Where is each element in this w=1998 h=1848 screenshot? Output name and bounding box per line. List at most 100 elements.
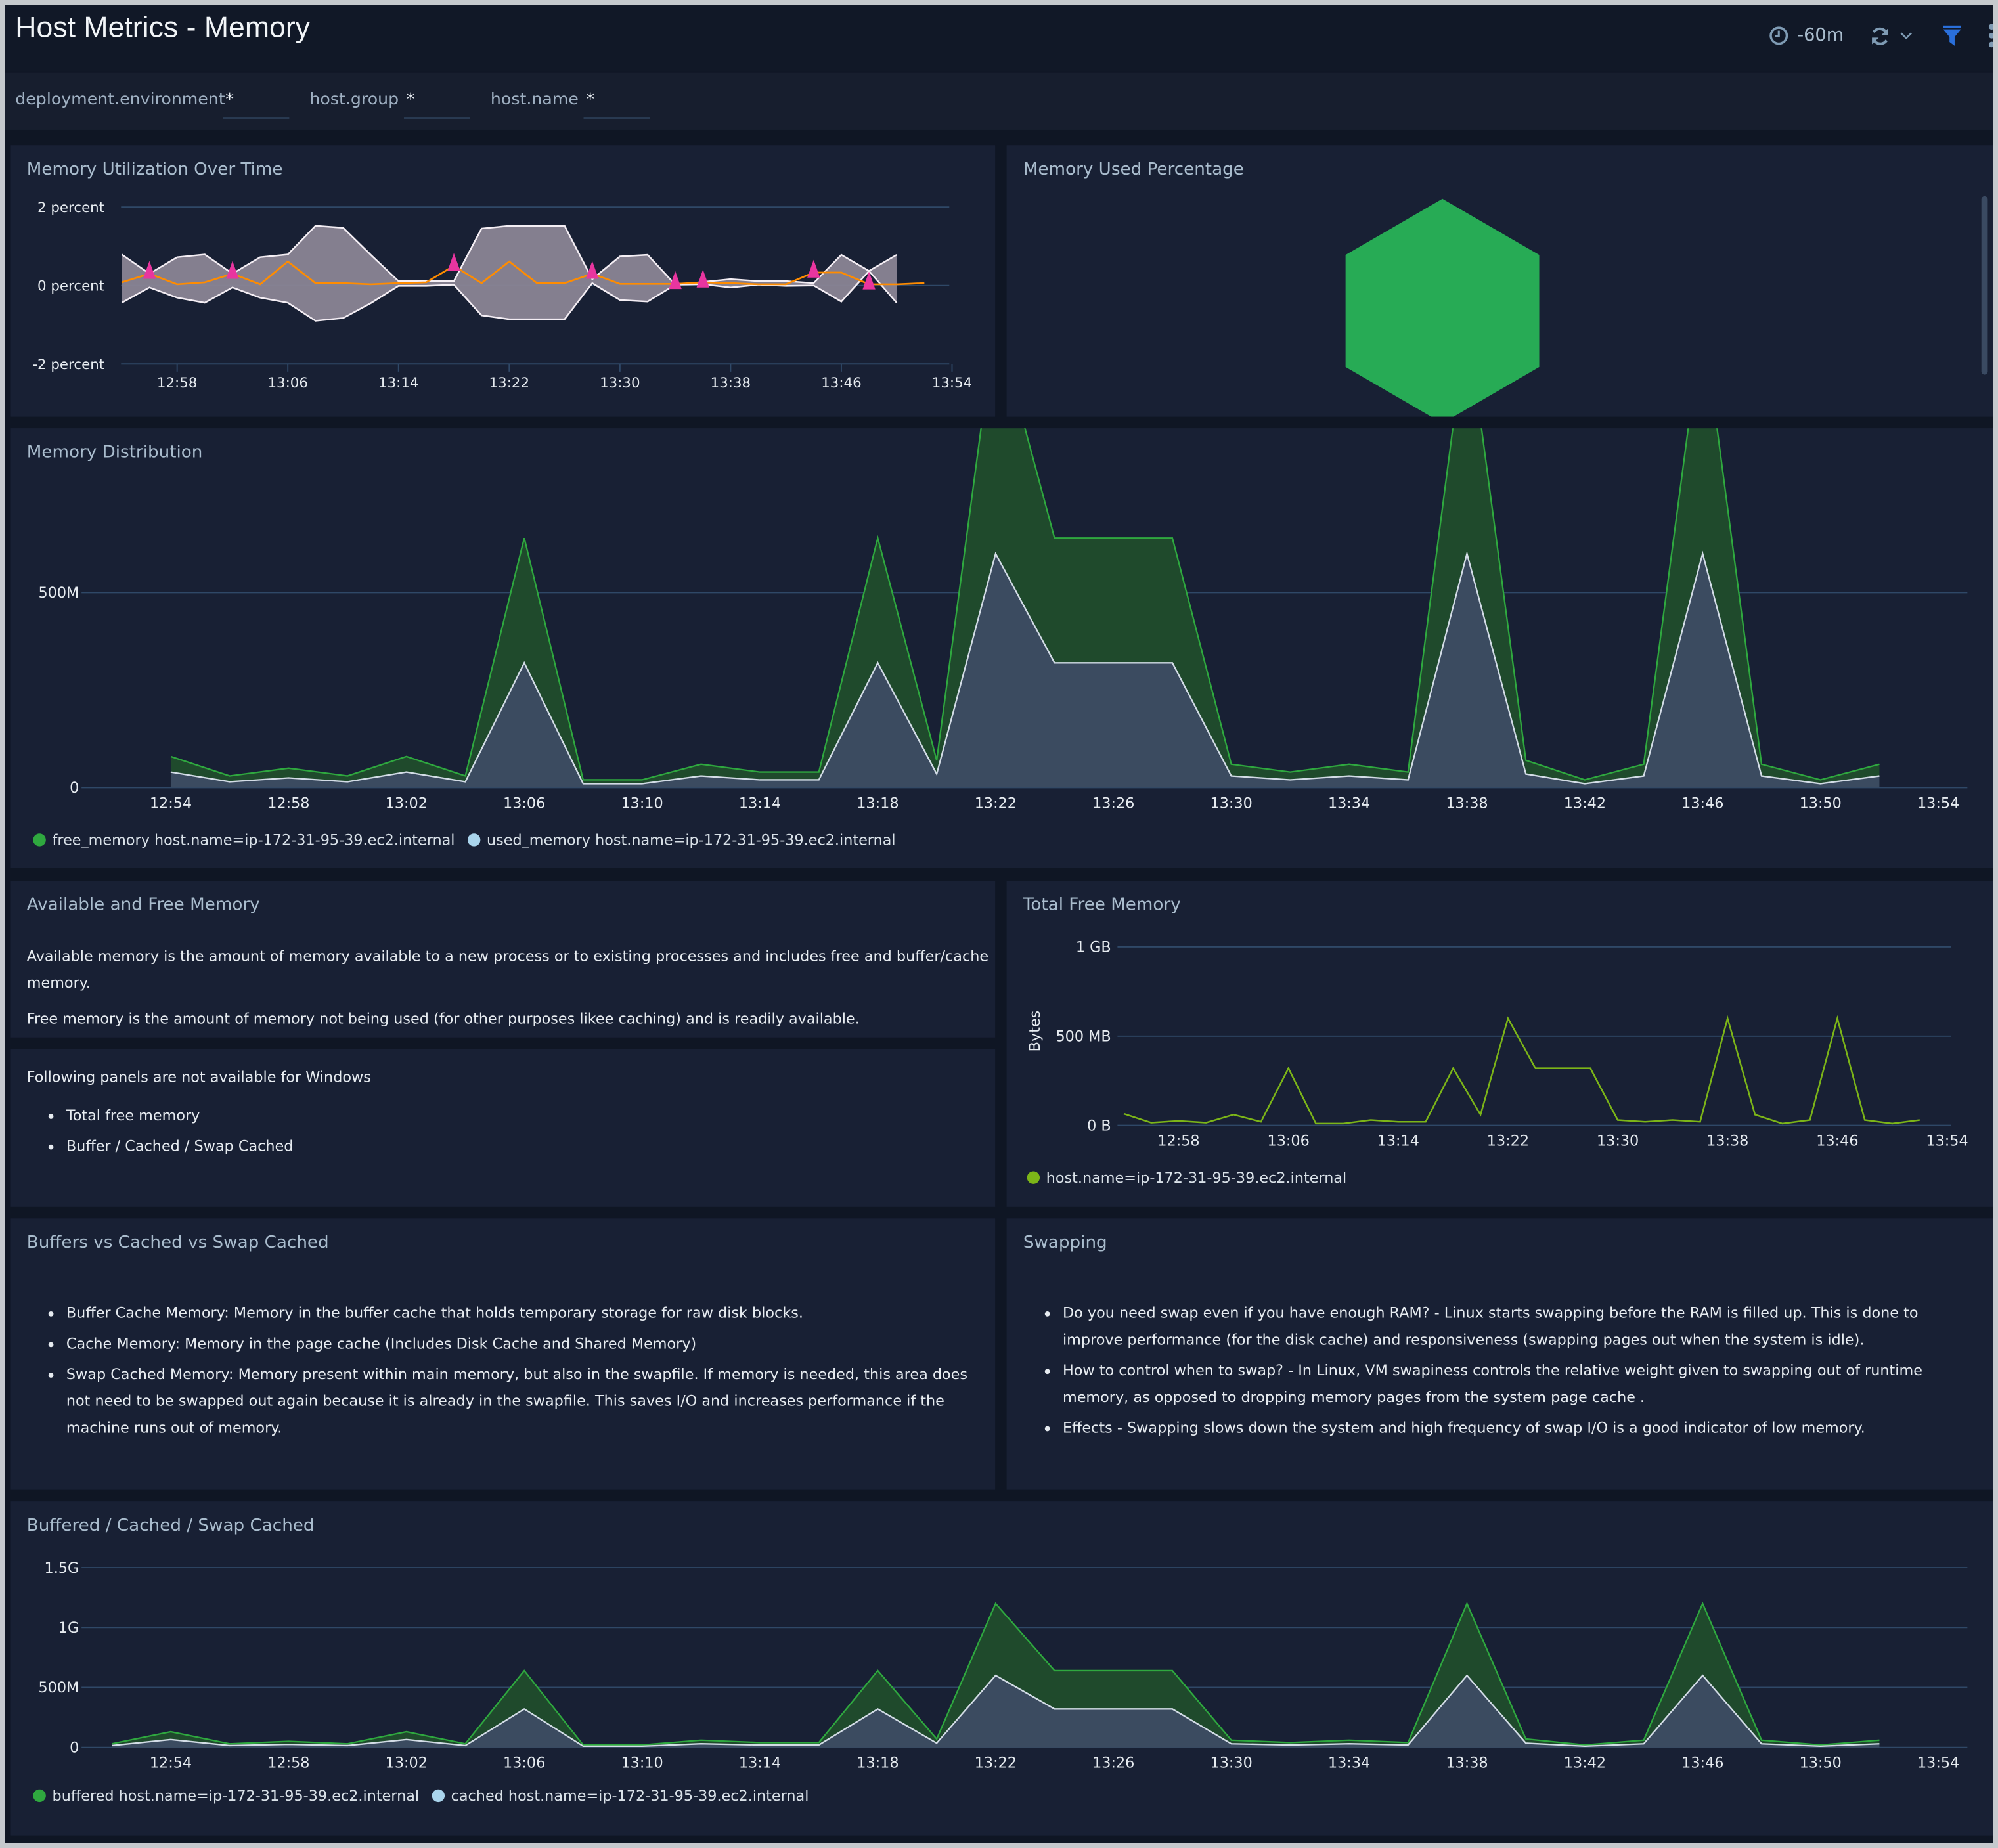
y-tick-label: 1.5G	[45, 1560, 79, 1577]
total-free-chart: 0 B 500 MB 1 GB 12:58 13:06 13:14 13:22 13:30 13…	[1027, 939, 1968, 1150]
x-tick-label: 13:46	[1681, 795, 1723, 812]
x-tick-label: 12:58	[267, 795, 309, 812]
filter-icon[interactable]	[1942, 24, 1963, 47]
y-tick-label: -2 percent	[32, 357, 104, 373]
x-tick-label: 13:50	[1800, 1755, 1842, 1772]
list-item: How to control when to swap? - In Linux,…	[1063, 1357, 1972, 1411]
legend-item[interactable]: used_memory host.name=ip-172-31-95-39.ec…	[467, 831, 896, 849]
x-tick-label: 13:46	[1816, 1133, 1858, 1150]
x-tick-label: 13:54	[1917, 795, 1959, 812]
x-tick-label: 13:30	[1210, 1755, 1253, 1772]
panel-description: Following panels are not available for W…	[27, 1064, 371, 1163]
chart-legend: host.name=ip-172-31-95-39.ec2.internal	[1027, 1168, 1347, 1187]
x-tick-label: 13:26	[1092, 795, 1134, 812]
x-tick-label: 13:10	[621, 1755, 663, 1772]
list-item: Swap Cached Memory: Memory present withi…	[66, 1361, 976, 1441]
x-tick-label: 12:54	[150, 795, 192, 812]
legend-item[interactable]: buffered host.name=ip-172-31-95-39.ec2.i…	[33, 1787, 419, 1805]
panel-windows-note: Following panels are not available for W…	[10, 1049, 996, 1207]
y-tick-label: 1 GB	[1076, 939, 1111, 956]
utilization-chart: 2 percent 0 percent -2 percent 12:58 13:06 13…	[32, 200, 972, 391]
x-tick-label: 13:14	[739, 1755, 781, 1772]
x-tick-label: 13:46	[821, 375, 861, 391]
panel-title: Available and Free Memory	[26, 894, 260, 915]
filter-host-name-input[interactable]: *	[583, 91, 650, 119]
chart-legend: buffered host.name=ip-172-31-95-39.ec2.i…	[33, 1787, 809, 1805]
panel-total-free-memory: Total Free Memory 0 B 500 MB 1 GB 12:58 13:0…	[1006, 881, 1993, 1207]
list-item: Effects - Swapping slows down the system…	[1063, 1415, 1972, 1441]
refresh-icon[interactable]	[1869, 25, 1891, 47]
panel-buffers-info: Buffers vs Cached vs Swap Cached Buffer …	[10, 1218, 996, 1490]
filter-host-group-input[interactable]: *	[403, 91, 470, 119]
list-item: Cache Memory: Memory in the page cache (…	[66, 1331, 976, 1357]
x-tick-label: 13:42	[1564, 1755, 1606, 1772]
x-tick-label: 13:26	[1092, 1755, 1134, 1772]
area-used	[112, 1675, 1880, 1748]
x-tick-label: 13:02	[386, 795, 428, 812]
list-item: Total free memory	[66, 1103, 371, 1130]
list-item: Buffer Cache Memory: Memory in the buffe…	[66, 1300, 976, 1327]
filter-bar: deployment.environment * host.group * ho…	[5, 72, 1993, 130]
more-vertical-icon[interactable]	[1986, 23, 1993, 49]
panel-description: Do you need swap even if you have enough…	[1023, 1300, 1972, 1445]
x-tick-label: 13:14	[739, 795, 781, 812]
series-line	[1123, 1015, 1920, 1125]
y-tick-label: 0	[70, 780, 79, 797]
x-tick-label: 13:22	[489, 375, 529, 391]
x-tick-label: 13:54	[1917, 1755, 1959, 1772]
x-tick-label: 13:54	[1926, 1133, 1968, 1150]
filter-label-host-group: host.group	[309, 90, 399, 110]
x-tick-label: 13:46	[1681, 1755, 1723, 1772]
scrollbar[interactable]	[1981, 196, 1988, 375]
panel-swapping: Swapping Do you need swap even if you ha…	[1006, 1218, 1993, 1490]
paragraph: Following panels are not available for W…	[26, 1068, 371, 1086]
x-tick-label: 12:54	[150, 1755, 192, 1772]
confidence-band	[122, 225, 897, 321]
y-tick-label: 0 B	[1087, 1117, 1111, 1134]
paragraph: Free memory is the amount of memory not …	[26, 1009, 860, 1028]
clock-icon[interactable]	[1769, 26, 1790, 46]
x-tick-label: 13:14	[378, 375, 418, 391]
x-tick-label: 13:06	[503, 1755, 545, 1772]
legend-item[interactable]: cached host.name=ip-172-31-95-39.ec2.int…	[432, 1787, 809, 1805]
filter-label-deployment-environment: deployment.environment	[15, 90, 225, 110]
y-tick-label: 0 percent	[37, 278, 104, 294]
x-tick-label: 13:14	[1377, 1133, 1419, 1150]
legend-label: buffered host.name=ip-172-31-95-39.ec2.i…	[52, 1786, 420, 1805]
anomaly-marker	[807, 259, 820, 278]
panel-memory-distribution: Memory Distribution 0500M1G1.5G12:5412:5…	[10, 428, 1993, 868]
legend-label: host.name=ip-172-31-95-39.ec2.internal	[1046, 1168, 1347, 1187]
y-tick-label: 2 percent	[37, 200, 104, 216]
x-tick-label: 13:50	[1800, 795, 1842, 812]
x-tick-label: 13:22	[1487, 1133, 1529, 1150]
x-tick-label: 13:38	[1706, 1133, 1748, 1150]
legend-label: used_memory host.name=ip-172-31-95-39.ec…	[486, 831, 896, 849]
filter-label-host-name: host.name	[490, 90, 579, 110]
x-tick-label: 13:38	[1446, 795, 1488, 812]
legend-item[interactable]: host.name=ip-172-31-95-39.ec2.internal	[1027, 1168, 1347, 1187]
filter-deployment-environment-input[interactable]: *	[223, 91, 290, 119]
x-tick-label: 13:22	[975, 795, 1017, 812]
y-tick-label: 500M	[38, 1679, 79, 1696]
list-item: Buffer / Cached / Swap Cached	[66, 1133, 371, 1160]
x-tick-label: 13:34	[1328, 1755, 1370, 1772]
anomaly-marker	[696, 269, 709, 288]
time-range-button[interactable]: -60m	[1797, 26, 1844, 46]
x-tick-label: 12:58	[157, 375, 197, 391]
page-title: Host Metrics - Memory	[15, 10, 310, 43]
legend-label: cached host.name=ip-172-31-95-39.ec2.int…	[451, 1786, 809, 1805]
panel-available-free-memory: Available and Free Memory Available memo…	[10, 881, 996, 1038]
x-tick-label: 13:22	[975, 1755, 1017, 1772]
chart-legend: free_memory host.name=ip-172-31-95-39.ec…	[33, 831, 896, 849]
x-tick-label: 13:30	[1597, 1133, 1639, 1150]
panel-description: Available memory is the amount of memory…	[27, 943, 995, 1032]
dashboard: Host Metrics - Memory -60m deployment.en…	[5, 5, 1993, 1843]
legend-item[interactable]: free_memory host.name=ip-172-31-95-39.ec…	[33, 831, 455, 849]
y-tick-label: 500M	[38, 584, 79, 602]
y-axis-label: Bytes	[1027, 1011, 1044, 1052]
x-tick-label: 13:34	[1328, 795, 1370, 812]
honeycomb-cell[interactable]	[1345, 198, 1540, 417]
x-tick-label: 13:38	[711, 375, 751, 391]
chevron-down-icon[interactable]	[1899, 28, 1914, 43]
panel-description: Buffer Cache Memory: Memory in the buffe…	[27, 1300, 976, 1445]
